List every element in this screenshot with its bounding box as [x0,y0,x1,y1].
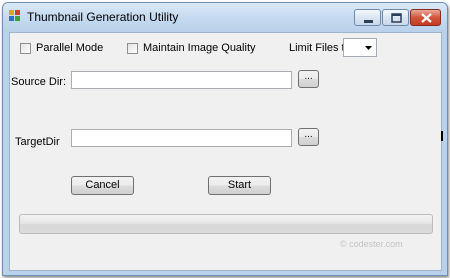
parallel-mode-checkbox[interactable]: Parallel Mode [20,42,103,54]
maintain-quality-checkbox[interactable]: Maintain Image Quality [127,42,256,54]
main-window: Thumbnail Generation Utility Parallel Mo… [2,2,448,276]
app-icon [9,10,21,22]
progress-bar [19,214,433,234]
target-dir-input[interactable] [71,129,292,147]
start-button[interactable]: Start [208,176,271,195]
minimize-button[interactable] [354,9,381,26]
parallel-mode-checkbox-box[interactable] [20,42,31,54]
title-bar[interactable]: Thumbnail Generation Utility [3,3,447,31]
watermark-text: © codester.com [340,239,403,249]
maximize-button[interactable] [382,9,409,26]
source-dir-label: Source Dir: [11,76,67,88]
window-title: Thumbnail Generation Utility [27,10,179,24]
limit-files-dropdown[interactable] [343,38,377,57]
maintain-quality-label: Maintain Image Quality [143,42,256,54]
close-button[interactable] [410,9,441,26]
cancel-button[interactable]: Cancel [71,176,134,195]
target-dir-label: TargetDir [15,136,60,148]
source-dir-input[interactable] [71,71,292,89]
source-browse-button[interactable]: ... [298,70,319,88]
parallel-mode-label: Parallel Mode [36,42,104,54]
maintain-quality-checkbox-box[interactable] [127,42,138,54]
client-area: Parallel Mode Maintain Image Quality Lim… [9,32,442,271]
target-browse-button[interactable]: ... [298,128,319,146]
text-cursor [441,131,443,141]
limit-files-label: Limit Files to [289,42,351,54]
